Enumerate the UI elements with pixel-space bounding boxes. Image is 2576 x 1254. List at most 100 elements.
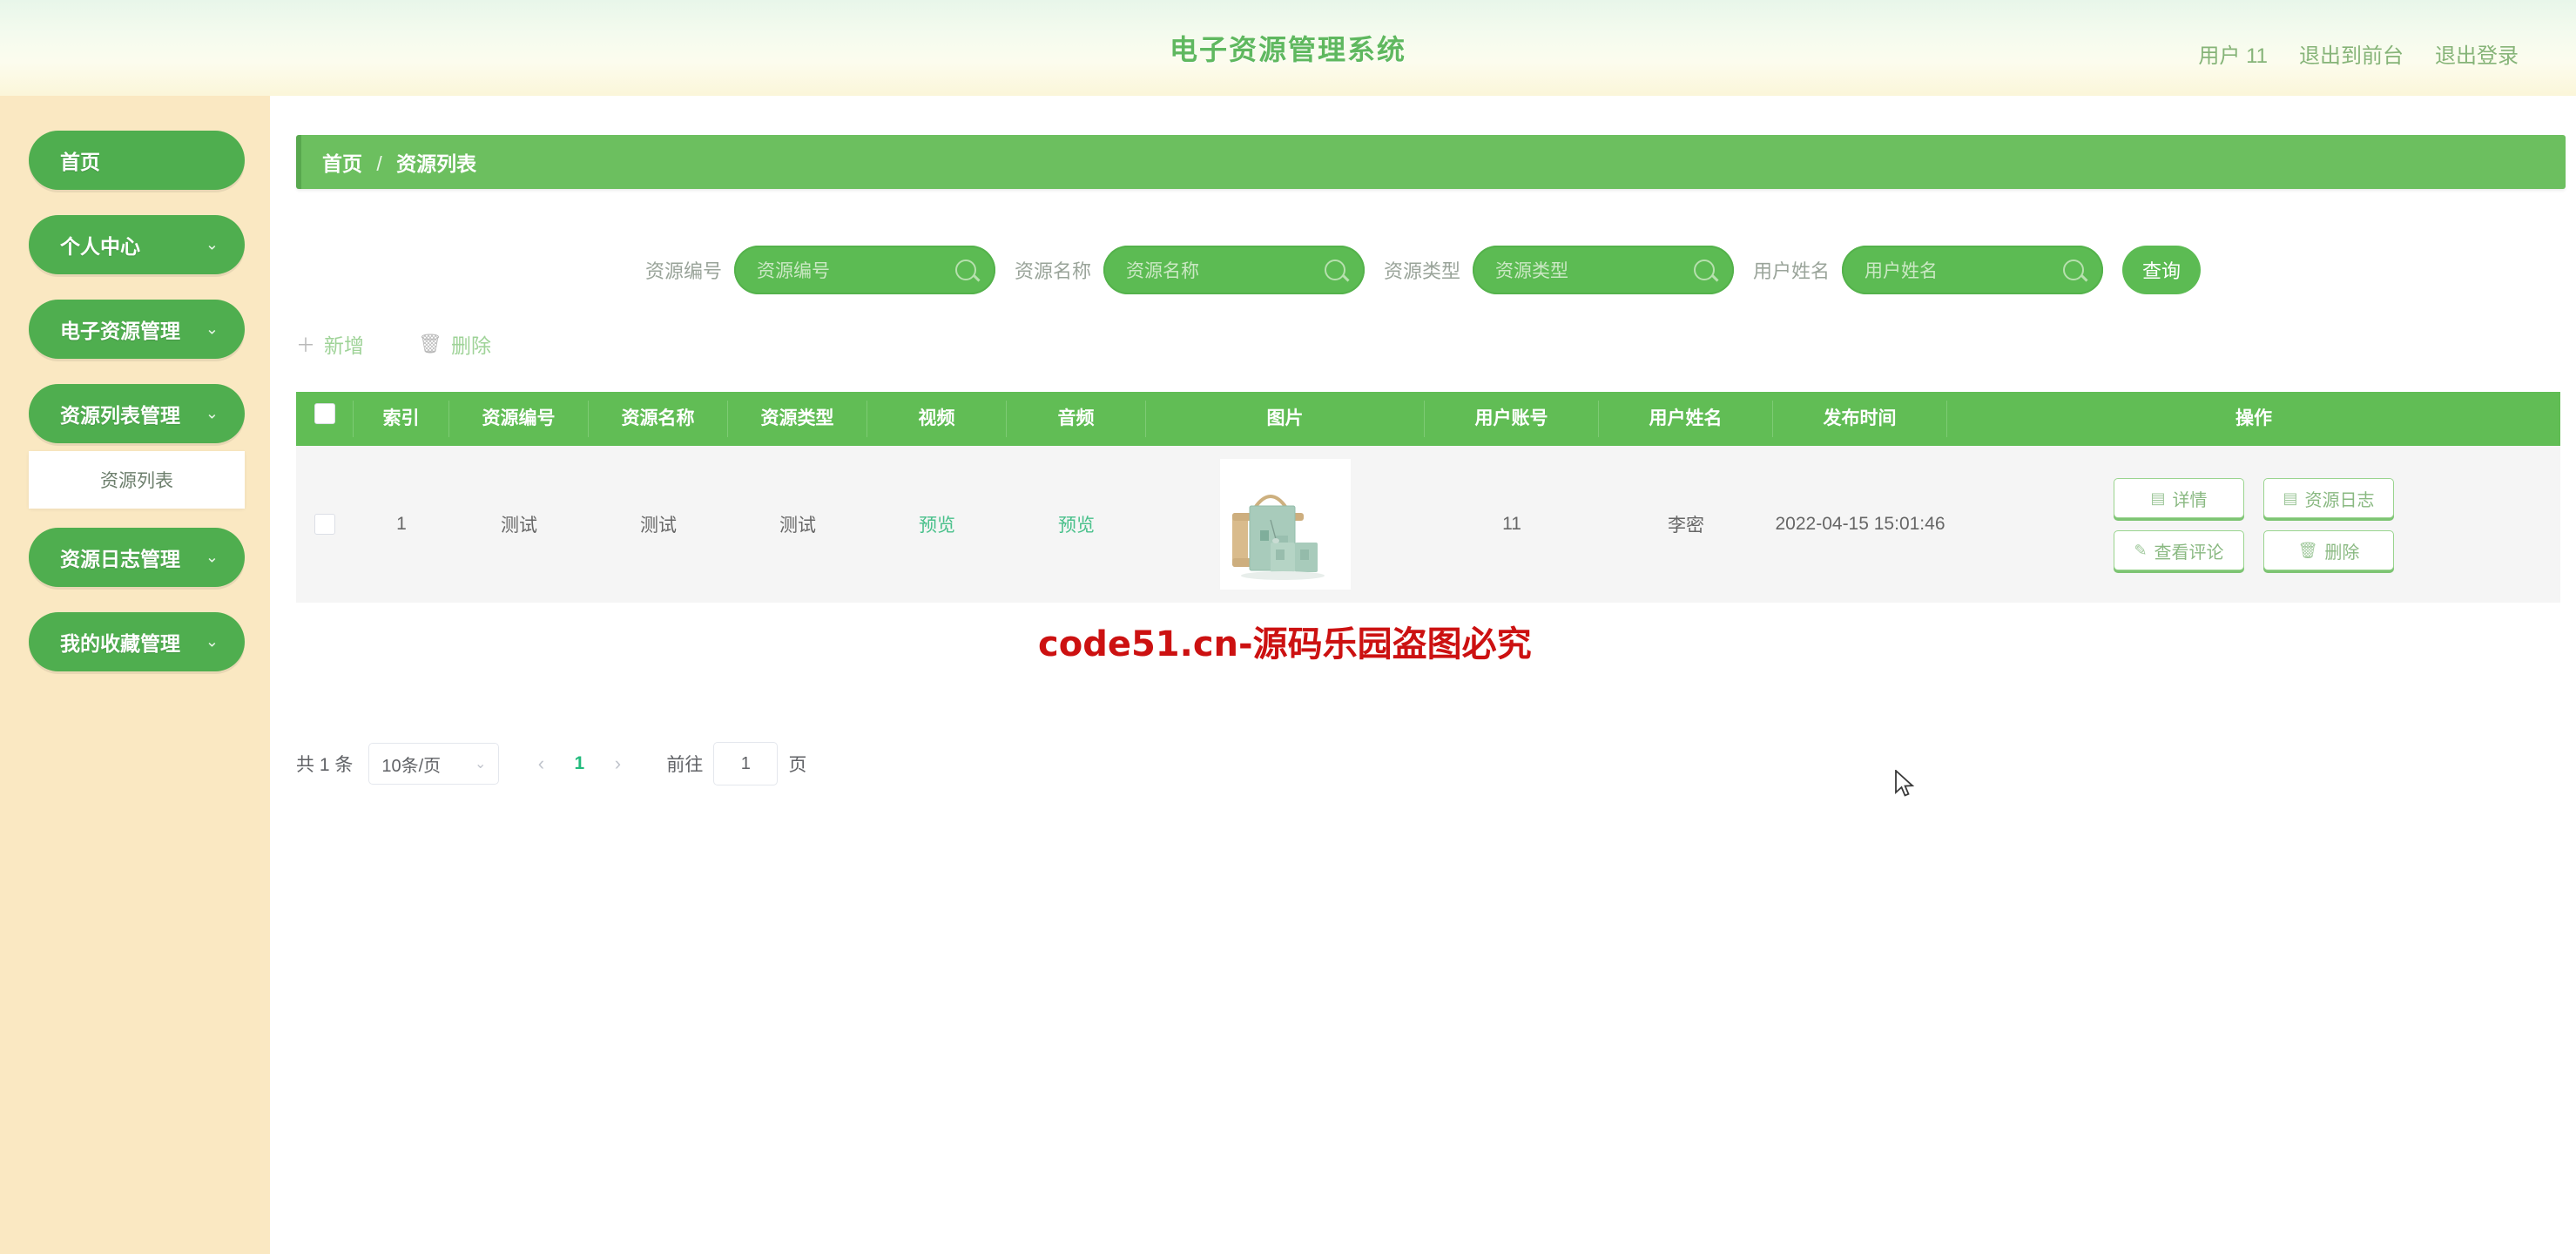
- cell-video: 预览: [867, 446, 1007, 603]
- current-user-label: 用户 11: [2198, 44, 2268, 68]
- table-toolbar: ＋ 新增 🗑 删除: [296, 329, 491, 359]
- cell-publish-time: 2022-04-15 15:01:46: [1775, 514, 1945, 535]
- row-select-cell: [296, 446, 354, 603]
- sidebar-item-label: 首页: [60, 151, 100, 173]
- sidebar-item-personal-center[interactable]: 个人中心 ⌄: [29, 215, 245, 274]
- add-button[interactable]: ＋ 新增: [296, 329, 364, 359]
- column-header-resource-name: 资源名称: [589, 401, 728, 437]
- cell-image: [1146, 446, 1425, 603]
- delete-button[interactable]: 🗑 删除: [418, 329, 491, 359]
- sidebar: 首页 个人中心 ⌄ 电子资源管理 ⌄ 资源列表管理 ⌄ 资源列表 资源日志管理 …: [0, 96, 270, 1254]
- page-size-select[interactable]: 10条/页 ⌄: [368, 743, 500, 785]
- video-preview-link[interactable]: 预览: [919, 511, 955, 537]
- pencil-icon: ✎: [2134, 541, 2148, 559]
- filter-label: 资源类型: [1384, 260, 1461, 282]
- view-comments-button[interactable]: ✎ 查看评论: [2114, 530, 2244, 570]
- gift-bag-image: [1220, 459, 1351, 590]
- cell-resource-no: 测试: [501, 516, 537, 536]
- search-icon: [1325, 260, 1345, 280]
- page-title: 电子资源管理系统: [1169, 34, 1406, 65]
- column-header-resource-type: 资源类型: [728, 401, 867, 437]
- sidebar-item-home[interactable]: 首页: [29, 131, 245, 190]
- plus-icon: ＋: [296, 334, 316, 356]
- select-all-checkbox[interactable]: [314, 403, 335, 424]
- breadcrumb-current: 资源列表: [396, 152, 477, 175]
- column-header-audio: 音频: [1007, 401, 1146, 437]
- document-icon: ▤: [2283, 489, 2298, 507]
- chevron-down-icon: ⌄: [205, 404, 219, 422]
- table-row: 1 测试 测试 测试 预览 预览 11 李密 2022-04-15 15:01:…: [296, 446, 2560, 603]
- resource-type-input[interactable]: 资源类型: [1473, 246, 1735, 294]
- main-content: 首页 / 资源列表 资源编号 资源编号 资源名称 资源名称 资源类型 资源类型: [270, 96, 2576, 1254]
- breadcrumb-home[interactable]: 首页: [322, 152, 362, 175]
- sidebar-item-resource-list-management[interactable]: 资源列表管理 ⌄: [29, 384, 245, 443]
- sidebar-item-label: 资源列表管理: [60, 404, 180, 427]
- logout-link[interactable]: 退出登录: [2435, 38, 2519, 69]
- detail-button-label: 详情: [2172, 490, 2208, 510]
- column-header-image: 图片: [1146, 401, 1425, 437]
- sidebar-subitem-resource-list[interactable]: 资源列表: [29, 467, 245, 493]
- row-delete-button[interactable]: 🗑 删除: [2263, 530, 2394, 570]
- filter-resource-name: 资源名称 资源名称: [1015, 246, 1365, 294]
- exit-to-frontend-link[interactable]: 退出到前台: [2299, 38, 2404, 69]
- search-icon: [2063, 260, 2085, 280]
- sidebar-item-my-favorites-management[interactable]: 我的收藏管理 ⌄: [29, 612, 245, 671]
- jump-label: 前往: [666, 755, 704, 775]
- pagination-total: 共 1 条: [296, 755, 354, 775]
- breadcrumb: 首页 / 资源列表: [296, 135, 2566, 189]
- column-header-video: 视频: [867, 401, 1007, 437]
- page-number-1[interactable]: 1: [560, 743, 598, 785]
- search-icon: [954, 260, 976, 280]
- resource-no-input[interactable]: 资源编号: [733, 246, 995, 294]
- resource-thumbnail[interactable]: [1220, 459, 1351, 590]
- sidebar-item-resource-log-management[interactable]: 资源日志管理 ⌄: [29, 528, 245, 587]
- input-placeholder: 用户姓名: [1865, 261, 1939, 281]
- search-icon: [1694, 260, 1716, 280]
- filter-label: 资源名称: [1014, 260, 1091, 282]
- resource-log-button-label: 资源日志: [2304, 490, 2375, 510]
- red-watermark: code51.cn-源码乐园盗图必究: [1038, 624, 1532, 664]
- prev-page-button[interactable]: ‹: [522, 743, 560, 785]
- cell-account: 11: [1502, 514, 1521, 534]
- select-all-header: [296, 401, 354, 437]
- user-name-input[interactable]: 用户姓名: [1842, 246, 2104, 294]
- cell-operations: ▤ 详情 ▤ 资源日志 ✎ 查看评论 🗑 删除: [1947, 446, 2560, 603]
- sidebar-submenu: 资源列表: [29, 451, 245, 509]
- delete-button-label: 删除: [450, 334, 491, 357]
- sidebar-item-label: 电子资源管理: [60, 320, 180, 342]
- chevron-down-icon: ⌄: [205, 320, 219, 338]
- row-checkbox[interactable]: [314, 514, 335, 535]
- input-placeholder: 资源名称: [1126, 261, 1199, 281]
- cell-resource-type: 测试: [779, 516, 816, 536]
- resource-log-button[interactable]: ▤ 资源日志: [2263, 478, 2394, 518]
- column-header-account: 用户账号: [1425, 401, 1599, 437]
- cell-user-name: 李密: [1668, 516, 1704, 536]
- jump-page-input[interactable]: 1: [713, 742, 779, 785]
- header-user-actions: 用户 11 退出到前台 退出登录: [2198, 38, 2519, 69]
- sidebar-item-eresource-management[interactable]: 电子资源管理 ⌄: [29, 300, 245, 359]
- next-page-button[interactable]: ›: [598, 743, 637, 785]
- column-header-resource-no: 资源编号: [449, 401, 589, 437]
- cell-resource-name: 测试: [640, 516, 677, 536]
- view-comments-button-label: 查看评论: [2154, 543, 2224, 563]
- filter-resource-type: 资源类型 资源类型: [1384, 246, 1735, 294]
- chevron-down-icon: ⌄: [205, 235, 219, 253]
- page-size-value: 10条/页: [381, 756, 442, 776]
- sidebar-menu: 首页 个人中心 ⌄ 电子资源管理 ⌄ 资源列表管理 ⌄ 资源列表 资源日志管理 …: [29, 131, 245, 697]
- trash-icon: 🗑: [418, 333, 442, 354]
- column-header-index: 索引: [354, 401, 449, 437]
- cell-audio: 预览: [1007, 446, 1146, 603]
- sidebar-item-label: 我的收藏管理: [60, 632, 180, 655]
- search-button[interactable]: 查询: [2122, 246, 2202, 294]
- resource-name-input[interactable]: 资源名称: [1103, 246, 1365, 294]
- add-button-label: 新增: [324, 334, 365, 357]
- app-header: 电子资源管理系统 用户 11 退出到前台 退出登录: [0, 0, 2576, 96]
- filter-label: 用户姓名: [1753, 260, 1831, 282]
- chevron-down-icon: ⌄: [474, 757, 487, 772]
- row-delete-button-label: 删除: [2324, 543, 2360, 563]
- audio-preview-link[interactable]: 预览: [1058, 511, 1095, 537]
- column-header-operations: 操作: [2235, 408, 2272, 428]
- chevron-down-icon: ⌄: [205, 548, 219, 566]
- table-header-row: 索引 资源编号 资源名称 资源类型 视频 音频 图片 用户账号 用户姓名 发布时…: [296, 392, 2560, 446]
- detail-button[interactable]: ▤ 详情: [2114, 478, 2244, 518]
